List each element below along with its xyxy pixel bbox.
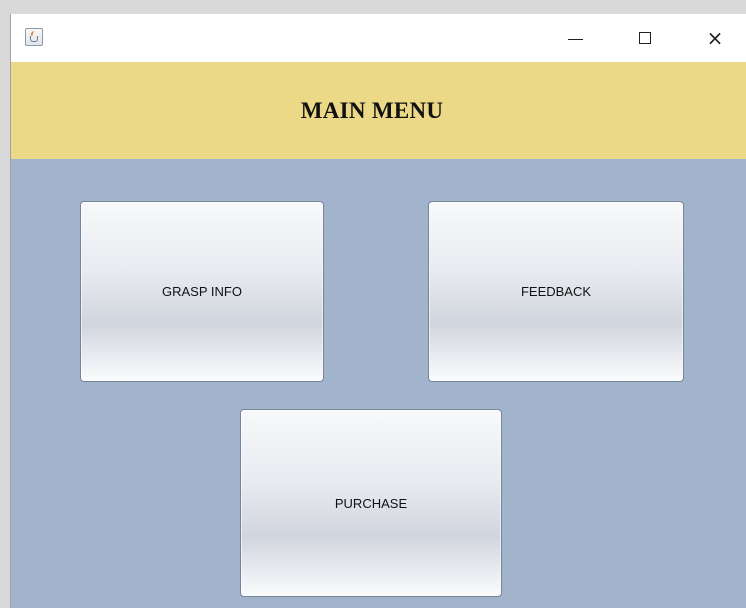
minimize-icon: [567, 38, 583, 40]
feedback-button[interactable]: FEEDBACK: [428, 201, 684, 382]
purchase-button[interactable]: PURCHASE: [240, 409, 502, 597]
maximize-button[interactable]: [621, 14, 669, 62]
minimize-button[interactable]: [551, 14, 599, 62]
title-bar: ×: [11, 14, 746, 62]
page-title: MAIN MENU: [300, 97, 444, 123]
app-window: × MAIN MENU GRASP INFO FEEDBACK PURCHASE: [10, 14, 746, 608]
close-button[interactable]: ×: [691, 14, 739, 62]
maximize-icon: [639, 32, 651, 44]
main-menu-header: MAIN MENU: [11, 62, 746, 159]
grasp-info-button[interactable]: GRASP INFO: [80, 201, 324, 382]
java-cup-icon[interactable]: [25, 28, 43, 46]
close-icon: ×: [706, 26, 724, 50]
